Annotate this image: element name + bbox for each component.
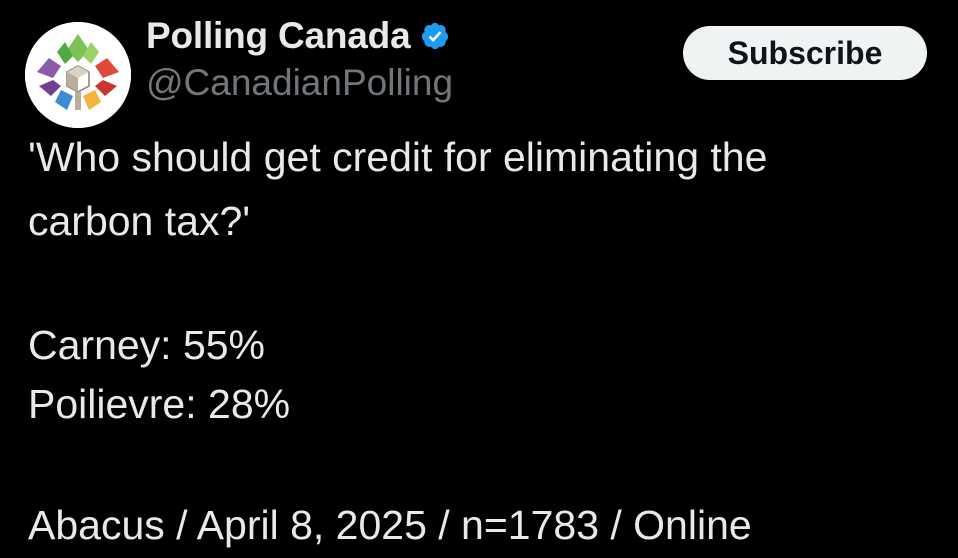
verified-badge-icon (422, 22, 449, 50)
post-source-line: Abacus / April 8, 2025 / n=1783 / Online (28, 502, 752, 548)
post-question-line-1: 'Who should get credit for eliminating t… (28, 134, 768, 180)
post-question-line-2: carbon tax?' (28, 198, 251, 244)
avatar[interactable] (25, 22, 131, 128)
author-name-row: Polling Canada (146, 14, 450, 58)
tweet-card: Polling Canada @CanadianPolling Subscrib… (0, 0, 958, 558)
post-result-carney: Carney: 55% (28, 322, 266, 368)
subscribe-button[interactable]: Subscribe (683, 26, 927, 80)
author-handle[interactable]: @CanadianPolling (146, 62, 453, 104)
author-display-name[interactable]: Polling Canada (146, 15, 411, 57)
maple-leaf-quilt-logo-icon (25, 22, 131, 128)
post-result-poilievre: Poilievre: 28% (28, 381, 291, 427)
